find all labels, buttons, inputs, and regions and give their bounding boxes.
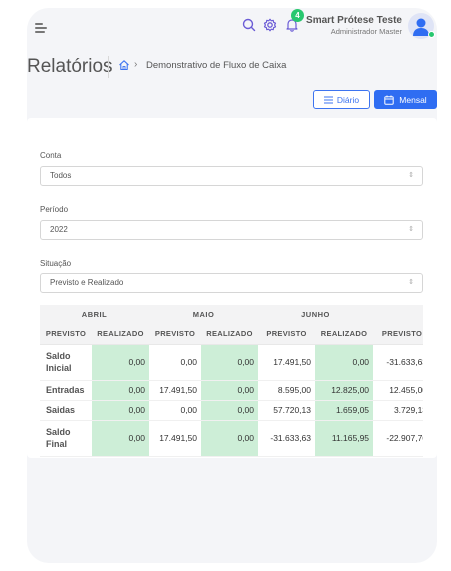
diario-label: Diário [336, 94, 360, 105]
table-cell: -22.907,76 [373, 420, 423, 457]
column-header: PREVISTO [258, 323, 316, 345]
month-header: MAIO [149, 305, 259, 323]
table-cell: 17.491,50 [149, 420, 202, 457]
periodo-label: Período [40, 205, 69, 214]
column-header: REALIZADO [92, 323, 150, 345]
table-cell: 0,00 [201, 420, 259, 457]
table-cell: 0,00 [92, 344, 150, 381]
gear-icon[interactable] [262, 17, 278, 33]
table-cell: 8.595,00 [258, 380, 316, 401]
cash-flow-table: ABRIL MAIO JUNHO JU PREVISTO REALIZADO P… [40, 305, 423, 457]
month-header-row: ABRIL MAIO JUNHO JU [40, 305, 423, 323]
periodo-value: 2022 [50, 225, 68, 234]
online-status-dot [428, 31, 435, 38]
row-label: Saldo Final [40, 420, 92, 457]
month-header: JU [373, 305, 423, 323]
calendar-icon [384, 95, 394, 105]
table-cell: -31.633,63 [258, 420, 316, 457]
conta-select[interactable]: Todos ⇕ [40, 166, 423, 186]
row-label: Saldo Inicial [40, 344, 92, 381]
month-header: JUNHO [258, 305, 374, 323]
row-label: Entradas [40, 380, 92, 401]
table-cell: -31.633,63 [373, 344, 423, 381]
select-caret-icon: ⇕ [408, 172, 414, 179]
top-navbar: 4 Smart Prótese Teste Administrador Mast… [27, 8, 437, 48]
table-row: Saidas 0,00 0,00 0,00 57.720,13 1.659,05… [40, 400, 423, 421]
user-name[interactable]: Smart Prótese Teste [306, 15, 402, 26]
table-cell: 12.825,00 [315, 380, 374, 401]
select-caret-icon: ⇕ [408, 226, 414, 233]
table-cell: 0,00 [92, 380, 150, 401]
table-cell: 17.491,50 [258, 344, 316, 381]
table-cell: 0,00 [315, 344, 374, 381]
table-cell: 12.455,00 [373, 380, 423, 401]
table-cell: 0,00 [201, 344, 259, 381]
select-caret-icon: ⇕ [408, 279, 414, 286]
column-header: PREVISTO [40, 323, 92, 345]
conta-value: Todos [50, 171, 72, 180]
menu-icon[interactable] [35, 23, 47, 33]
table-cell: 11.165,95 [315, 420, 374, 457]
table-cell: 0,00 [92, 400, 150, 421]
notification-badge: 4 [291, 9, 304, 22]
mensal-label: Mensal [399, 94, 427, 105]
periodo-select[interactable]: 2022 ⇕ [40, 220, 423, 240]
table-cell: 0,00 [149, 400, 202, 421]
table-cell: 0,00 [149, 344, 202, 381]
page-title: Relatórios [27, 56, 113, 77]
table-cell: 57.720,13 [258, 400, 316, 421]
row-label: Saidas [40, 400, 92, 421]
list-icon [323, 96, 333, 103]
subheader-row: PREVISTO REALIZADO PREVISTO REALIZADO PR… [40, 323, 423, 345]
situacao-label: Situação [40, 259, 72, 268]
table-cell: 0,00 [201, 380, 259, 401]
month-header: ABRIL [40, 305, 150, 323]
user-role: Administrador Master [330, 27, 402, 36]
breadcrumb-separator: › [134, 59, 138, 70]
breadcrumb-current: Demonstrativo de Fluxo de Caixa [146, 60, 287, 71]
search-icon[interactable] [241, 17, 257, 33]
column-header: PREVISTO [373, 323, 423, 345]
diario-button[interactable]: Diário [313, 90, 370, 109]
table-cell: 1.659,05 [315, 400, 374, 421]
table-row: Saldo Inicial 0,00 0,00 0,00 17.491,50 0… [40, 344, 423, 381]
table-cell: 3.729,13 [373, 400, 423, 421]
column-header: REALIZADO [315, 323, 374, 345]
table-cell: 0,00 [201, 400, 259, 421]
table-row: Entradas 0,00 17.491,50 0,00 8.595,00 12… [40, 380, 423, 401]
home-icon[interactable] [118, 59, 130, 71]
situacao-value: Previsto e Realizado [50, 278, 124, 287]
table-cell: 17.491,50 [149, 380, 202, 401]
situacao-select[interactable]: Previsto e Realizado ⇕ [40, 273, 423, 293]
table-row: Saldo Final 0,00 17.491,50 0,00 -31.633,… [40, 420, 423, 457]
app-screen: 4 Smart Prótese Teste Administrador Mast… [27, 8, 437, 563]
conta-label: Conta [40, 151, 62, 160]
table-cell: 0,00 [92, 420, 150, 457]
title-divider [108, 56, 109, 78]
column-header: PREVISTO [149, 323, 202, 345]
cash-flow-table-container[interactable]: ABRIL MAIO JUNHO JU PREVISTO REALIZADO P… [40, 305, 423, 458]
report-card: Conta Todos ⇕ Período 2022 ⇕ Situação Pr… [27, 118, 437, 458]
mensal-button[interactable]: Mensal [374, 90, 437, 109]
column-header: REALIZADO [201, 323, 259, 345]
